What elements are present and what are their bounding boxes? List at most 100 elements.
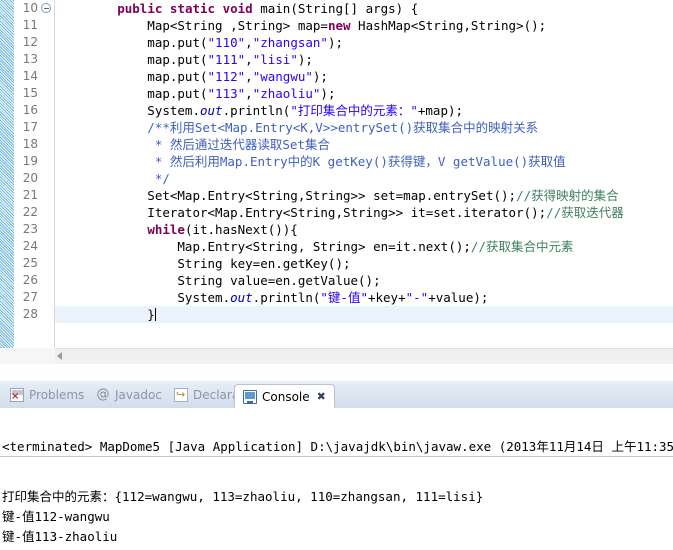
- code-folding-ruler[interactable]: [40, 0, 54, 364]
- line-number-25: 25: [22, 256, 38, 270]
- fold-slot-line-10[interactable]: [40, 0, 54, 17]
- code-line-17[interactable]: /**利用Set<Map.Entry<K,V>>entrySet()获取集合中的…: [55, 119, 673, 136]
- code-token: System.: [57, 290, 231, 305]
- line-number-13: 13: [22, 52, 38, 66]
- code-token: * 然后利用Map.Entry中的K getKey()获得键，V getValu…: [57, 154, 566, 169]
- code-token: );: [327, 35, 344, 50]
- source-code-text[interactable]: public static void main(String[] args) {…: [55, 0, 673, 348]
- line-number-26: 26: [22, 273, 38, 287]
- at-sign-icon: @: [96, 387, 110, 402]
- console-text-lines: 打印集合中的元素：{112=wangwu, 113=zhaoliu, 110=z…: [0, 487, 673, 550]
- code-line-16[interactable]: System.out.println("打印集合中的元素："+map);: [55, 102, 673, 119]
- code-token: Set<Map.Entry<String,String>> set=map.en…: [57, 188, 517, 203]
- code-token: ,: [245, 52, 253, 67]
- line-number-20: 20: [22, 171, 38, 185]
- code-token: +key+: [367, 290, 406, 305]
- code-token: );: [320, 86, 336, 101]
- code-token: main(String[] args) {: [260, 1, 419, 16]
- console-line-2: 键-值112-wangwu: [2, 509, 110, 524]
- code-editor-pane: 10 11 12 13 14 15 16 17 18 19 20 21 22 23 24 25 26 27 28 p…: [0, 0, 673, 364]
- code-token: +map);: [417, 103, 464, 118]
- code-token: * 然后通过迭代器读取Set集合: [57, 137, 330, 152]
- code-token: "zhangsan": [252, 35, 328, 50]
- tab-problems[interactable]: Problems: [2, 383, 92, 407]
- line-number-10: 10: [22, 1, 38, 15]
- code-token: "打印集合中的元素：": [290, 103, 418, 118]
- code-line-19[interactable]: * 然后利用Map.Entry中的K getKey()获得键，V getValu…: [55, 153, 673, 170]
- code-token: .println(: [222, 103, 291, 118]
- line-number-19: 19: [22, 154, 38, 168]
- code-line-10[interactable]: public static void main(String[] args) {: [55, 0, 673, 17]
- scroll-left-arrow-icon[interactable]: [57, 352, 62, 360]
- problems-icon: [10, 388, 24, 402]
- code-line-15[interactable]: map.put("113","zhaoliu");: [55, 85, 673, 102]
- code-token: HashMap<String,String>();: [350, 18, 547, 33]
- line-number-22: 22: [22, 205, 38, 219]
- code-line-27[interactable]: System.out.println("键-值"+key+"-"+value);: [55, 289, 673, 306]
- declaration-icon: [174, 388, 188, 402]
- line-number-15: 15: [22, 86, 38, 100]
- code-token: String key=en.getKey();: [57, 256, 351, 271]
- line-number-11: 11: [22, 18, 38, 32]
- code-line-22[interactable]: Iterator<Map.Entry<String,String>> it=se…: [55, 204, 673, 221]
- code-token: ,: [245, 69, 253, 84]
- editor-console-splitter[interactable]: [0, 364, 673, 382]
- code-line-12[interactable]: map.put("110","zhangsan");: [55, 34, 673, 51]
- console-line-3: 键-值113-zhaoliu: [2, 529, 118, 544]
- code-token: //获取集合中元素: [470, 239, 574, 254]
- console-icon: [243, 389, 257, 404]
- collapse-minus-icon[interactable]: [41, 3, 51, 13]
- code-token: "-": [405, 290, 429, 305]
- tab-label: Problems: [29, 388, 85, 402]
- code-token: public static void: [117, 1, 261, 16]
- code-line-28[interactable]: }: [55, 306, 673, 323]
- scrollbar-corner: [0, 348, 55, 364]
- code-line-14[interactable]: map.put("112","wangwu");: [55, 68, 673, 85]
- code-token: map.put(: [57, 86, 208, 101]
- code-line-21[interactable]: Set<Map.Entry<String,String>> set=map.en…: [55, 187, 673, 204]
- code-token: "112": [207, 69, 246, 84]
- code-line-23[interactable]: while(it.hasNext()){: [55, 221, 673, 238]
- console-view: Problems@JavadocDeclarationConsole✖ <ter…: [0, 381, 673, 550]
- code-line-24[interactable]: Map.Entry<String, String> en=it.next();/…: [55, 238, 673, 255]
- code-token: System.: [57, 103, 200, 118]
- tab-console[interactable]: Console ✖: [234, 384, 335, 408]
- code-line-11[interactable]: Map<String ,String> map=new HashMap<Stri…: [55, 17, 673, 34]
- code-token: */: [57, 171, 170, 186]
- line-number-18: 18: [22, 137, 38, 151]
- code-line-25[interactable]: String key=en.getKey();: [55, 255, 673, 272]
- code-line-18[interactable]: * 然后通过迭代器读取Set集合: [55, 136, 673, 153]
- code-line-26[interactable]: String value=en.getValue();: [55, 272, 673, 289]
- editor-horizontal-scrollbar[interactable]: [55, 348, 673, 364]
- code-token: "zhaoliu": [252, 86, 321, 101]
- code-token: "111": [207, 52, 246, 67]
- code-token: "wangwu": [252, 69, 313, 84]
- line-number-21: 21: [22, 188, 38, 202]
- code-token: Map.Entry<String, String> en=it.next();: [57, 239, 471, 254]
- console-launch-header: <terminated> MapDome5 [Java Application]…: [0, 438, 673, 457]
- code-line-13[interactable]: map.put("111","lisi");: [55, 51, 673, 68]
- console-line-1: 打印集合中的元素：{112=wangwu, 113=zhaoliu, 110=z…: [2, 489, 484, 504]
- close-icon[interactable]: ✖: [317, 391, 326, 402]
- code-token: while: [147, 222, 185, 237]
- code-token: //获得映射的集合: [516, 188, 619, 203]
- console-output-area[interactable]: <terminated> MapDome5 [Java Application]…: [0, 408, 673, 550]
- code-token: }: [57, 307, 155, 322]
- line-number-14: 14: [22, 69, 38, 83]
- code-token: /**利用Set<Map.Entry<K,V>>entrySet()获取集合中的…: [57, 120, 539, 135]
- tab-javadoc[interactable]: @ Javadoc: [88, 383, 170, 407]
- line-number-17: 17: [22, 120, 38, 134]
- code-token: String value=en.getValue();: [57, 273, 381, 288]
- tab-label: Javadoc: [115, 388, 162, 402]
- code-token: out: [230, 290, 253, 305]
- annotation-overview-ruler[interactable]: [0, 0, 14, 364]
- line-number-ruler: 10 11 12 13 14 15 16 17 18 19 20 21 22 23 24 25 26 27 28: [14, 0, 40, 364]
- code-token: );: [297, 52, 313, 67]
- code-line-20[interactable]: */: [55, 170, 673, 187]
- text-caret: [154, 308, 156, 321]
- line-number-28: 28: [22, 307, 38, 321]
- code-token: "键-值": [320, 290, 368, 305]
- code-token: map.put(: [57, 35, 208, 50]
